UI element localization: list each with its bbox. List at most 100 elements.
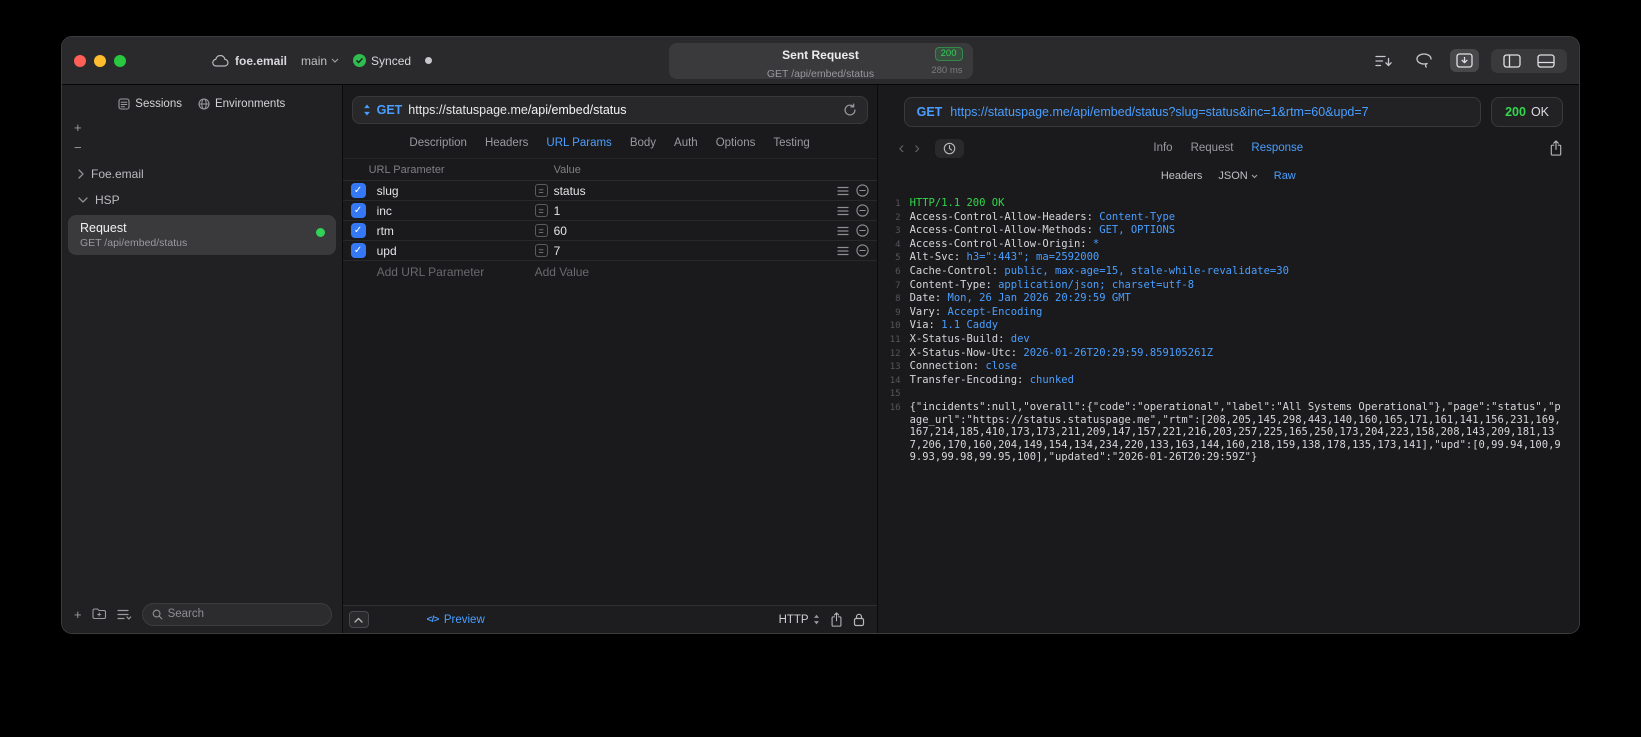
sidebar-tools: + − xyxy=(62,114,342,157)
response-line: 8 Date: Mon, 26 Jan 2026 20:29:59 GMT xyxy=(884,292,1563,306)
drag-handle-icon[interactable] xyxy=(836,206,849,216)
response-tabs: Info Request Response xyxy=(1153,142,1303,154)
param-name[interactable]: upd xyxy=(377,244,535,258)
minimize-window-button[interactable] xyxy=(94,54,106,67)
account-menu[interactable]: foe.email xyxy=(212,54,287,68)
response-line: 15 xyxy=(884,387,1563,401)
url-params-table: URL Parameter Value ✓ slug = status ✓ in… xyxy=(342,158,877,605)
search-box[interactable] xyxy=(141,602,332,626)
tree-item-hsp[interactable]: HSP xyxy=(68,187,336,213)
tab-request[interactable]: Request xyxy=(1191,142,1234,154)
lock-icon[interactable] xyxy=(853,612,865,627)
lasso-icon[interactable] xyxy=(1410,49,1438,72)
tab-headers[interactable]: Headers xyxy=(485,137,528,149)
method-stepper-icon[interactable] xyxy=(363,104,371,116)
search-icon xyxy=(152,609,163,620)
remove-param-icon[interactable] xyxy=(855,184,869,197)
request-method[interactable]: GET xyxy=(377,103,403,117)
sidebar-request-item[interactable]: Request GET /api/embed/status xyxy=(68,215,336,255)
expand-panel-button[interactable] xyxy=(348,611,369,628)
params-table-header: URL Parameter Value xyxy=(342,158,877,181)
close-window-button[interactable] xyxy=(74,54,86,67)
add-item-button[interactable]: + xyxy=(74,121,342,134)
param-name[interactable]: rtm xyxy=(377,224,535,238)
tab-info[interactable]: Info xyxy=(1153,142,1172,154)
chevron-down-icon xyxy=(1251,174,1258,179)
history-button[interactable] xyxy=(934,138,964,158)
param-enabled-checkbox[interactable]: ✓ xyxy=(350,243,366,258)
sent-request-url-box[interactable]: GET https://statuspage.me/api/embed/stat… xyxy=(903,97,1482,127)
subtab-json[interactable]: JSON xyxy=(1218,170,1258,182)
param-name[interactable]: slug xyxy=(377,184,535,198)
request-status-pill[interactable]: Sent Request 200 GET /api/embed/status 2… xyxy=(668,43,973,80)
remove-param-icon[interactable] xyxy=(855,244,869,257)
param-value-cell[interactable]: = status xyxy=(534,183,823,198)
request-url[interactable]: https://statuspage.me/api/embed/status xyxy=(408,103,626,117)
response-line: 16 {"incidents":null,"overall":{"code":"o… xyxy=(884,401,1563,464)
line-content: X-Status-Build: dev xyxy=(909,332,1030,345)
param-enabled-checkbox[interactable]: ✓ xyxy=(350,183,366,198)
subtab-label: JSON xyxy=(1218,170,1248,182)
sidebar-toggle-icon[interactable] xyxy=(1503,53,1521,68)
panel-import-icon[interactable] xyxy=(1450,49,1479,72)
search-input[interactable] xyxy=(167,608,322,620)
export-response-icon[interactable] xyxy=(1549,140,1563,156)
subtab-headers[interactable]: Headers xyxy=(1161,170,1203,182)
response-body[interactable]: 1 HTTP/1.1 200 OK 2 Access-Control-Allow-He… xyxy=(878,187,1579,633)
tab-sessions[interactable]: Sessions xyxy=(118,98,182,110)
subtab-raw[interactable]: Raw xyxy=(1274,170,1296,182)
drag-handle-icon[interactable] xyxy=(836,186,849,196)
param-enabled-checkbox[interactable]: ✓ xyxy=(350,203,366,218)
forward-button[interactable]: › xyxy=(909,138,925,158)
response-status-box: 200 OK xyxy=(1491,97,1563,127)
line-number: 15 xyxy=(889,389,901,400)
tree-item-foe-email[interactable]: Foe.email xyxy=(68,161,336,187)
param-enabled-checkbox[interactable]: ✓ xyxy=(350,223,366,238)
remove-item-button[interactable]: − xyxy=(74,141,342,154)
preview-button[interactable]: </> Preview xyxy=(427,614,485,626)
tab-url-params[interactable]: URL Params xyxy=(546,137,611,149)
param-name[interactable]: inc xyxy=(377,204,535,218)
tab-body[interactable]: Body xyxy=(630,137,656,149)
view-options-icon[interactable] xyxy=(116,609,132,620)
tab-auth[interactable]: Auth xyxy=(674,137,698,149)
param-value-cell[interactable]: = 7 xyxy=(534,244,823,258)
refresh-icon[interactable] xyxy=(843,103,857,117)
tab-environments[interactable]: Environments xyxy=(198,98,285,110)
cloud-icon xyxy=(212,54,229,67)
zoom-window-button[interactable] xyxy=(114,54,126,67)
url-path: /api/embed/status xyxy=(527,103,627,117)
param-value-cell[interactable]: = 1 xyxy=(534,204,823,218)
add-value-placeholder[interactable]: Add Value xyxy=(535,265,823,279)
response-top-bar: GET https://statuspage.me/api/embed/stat… xyxy=(878,85,1579,131)
branch-menu[interactable]: main xyxy=(301,54,339,68)
line-content: {"incidents":null,"overall":{"code":"ope… xyxy=(909,400,1561,464)
sync-status[interactable]: Synced xyxy=(353,54,411,68)
check-icon: ✓ xyxy=(353,244,363,256)
tab-options[interactable]: Options xyxy=(716,137,756,149)
share-icon[interactable] xyxy=(830,612,843,627)
text-type-icon: = xyxy=(534,184,548,197)
add-param-placeholder[interactable]: Add URL Parameter xyxy=(377,265,535,279)
new-folder-icon[interactable] xyxy=(92,608,107,620)
bottom-panel-toggle-icon[interactable] xyxy=(1537,53,1555,68)
line-number: 14 xyxy=(889,375,901,386)
request-url-bar[interactable]: GET https://statuspage.me/api/embed/stat… xyxy=(351,96,868,124)
back-button[interactable]: ‹ xyxy=(894,138,910,158)
drag-handle-icon[interactable] xyxy=(836,246,849,256)
line-number: 2 xyxy=(895,212,901,223)
sort-lines-icon[interactable] xyxy=(1369,50,1398,72)
tab-testing[interactable]: Testing xyxy=(773,137,809,149)
line-number: 10 xyxy=(889,321,901,332)
protocol-selector[interactable]: HTTP xyxy=(779,614,820,626)
tab-description[interactable]: Description xyxy=(409,137,467,149)
titlebar-right xyxy=(1369,48,1567,73)
drag-handle-icon[interactable] xyxy=(836,226,849,236)
line-number: 5 xyxy=(895,253,901,264)
remove-param-icon[interactable] xyxy=(855,204,869,217)
param-value-cell[interactable]: = 60 xyxy=(534,224,823,238)
remove-param-icon[interactable] xyxy=(855,224,869,237)
add-request-button[interactable]: + xyxy=(74,608,82,621)
param-value: status xyxy=(553,183,586,198)
tab-response[interactable]: Response xyxy=(1251,142,1303,154)
